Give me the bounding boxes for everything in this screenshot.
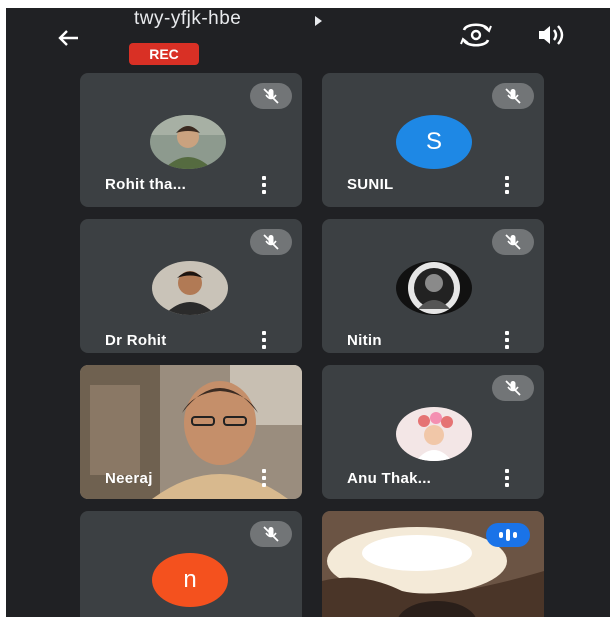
participant-tile[interactable]: S SUNIL (322, 73, 544, 207)
speaker-icon (539, 25, 564, 45)
participant-name: Nitin (347, 332, 382, 349)
back-button[interactable] (50, 20, 86, 56)
more-options-icon[interactable] (254, 327, 274, 353)
participant-tile[interactable] (322, 511, 544, 617)
avatar-initial: S (425, 128, 442, 155)
participant-name: Anu Thak... (347, 470, 432, 487)
meeting-screen: twy-yfjk-hbe REC Rohit tha... S SUNIL Dr… (6, 8, 610, 617)
avatar (396, 261, 472, 315)
avatar-initial: n (183, 566, 197, 593)
participant-tile[interactable]: Rohit tha... (80, 73, 302, 207)
participant-tile[interactable]: Nitin (322, 219, 544, 353)
mic-off-icon (492, 83, 534, 109)
mic-off-icon (492, 229, 534, 255)
participant-name: Neeraj (105, 470, 153, 487)
more-options-icon[interactable] (497, 172, 517, 198)
avatar: S (396, 115, 472, 169)
participant-name: SUNIL (347, 176, 394, 193)
speaking-indicator-icon (486, 523, 530, 547)
more-options-icon[interactable] (497, 465, 517, 491)
mic-off-icon (250, 83, 292, 109)
switch-camera-button[interactable] (458, 18, 494, 52)
participant-name: Dr Rohit (105, 332, 167, 349)
mic-off-icon (250, 229, 292, 255)
recording-badge: REC (129, 43, 199, 65)
arrow-left-icon (58, 30, 78, 46)
avatar (396, 407, 472, 461)
participant-tile[interactable]: Anu Thak... (322, 365, 544, 499)
mic-off-icon (492, 375, 534, 401)
meeting-code[interactable]: twy-yfjk-hbe (134, 8, 241, 30)
avatar (152, 261, 228, 315)
participant-tile[interactable]: n (80, 511, 302, 617)
participant-tile[interactable]: Neeraj (80, 365, 302, 499)
switch-camera-icon (460, 23, 492, 47)
mic-off-icon (250, 521, 292, 547)
speaker-button[interactable] (534, 20, 568, 50)
participant-tile[interactable]: Dr Rohit (80, 219, 302, 353)
more-options-icon[interactable] (254, 465, 274, 491)
avatar (150, 115, 226, 169)
participant-name: Rohit tha... (105, 176, 187, 193)
avatar: n (152, 553, 228, 607)
more-options-icon[interactable] (254, 172, 274, 198)
meeting-info-caret-icon[interactable] (315, 16, 322, 26)
more-options-icon[interactable] (497, 327, 517, 353)
